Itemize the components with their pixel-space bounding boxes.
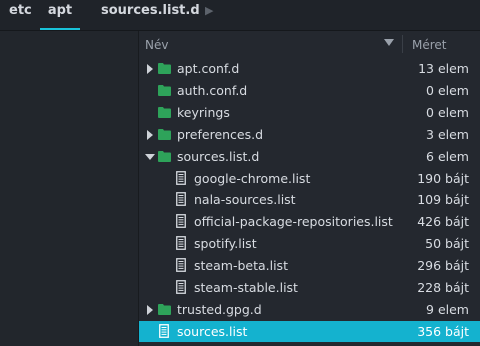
breadcrumb-sources-list-d[interactable]: sources.list.d — [101, 0, 200, 30]
folder-row[interactable]: trusted.gpg.d 9 elem — [139, 299, 480, 320]
item-name: google-chrome.list — [194, 170, 311, 186]
text-file-icon — [176, 214, 186, 229]
folder-icon — [158, 150, 171, 162]
file-row[interactable]: steam-beta.list 296 bájt — [139, 255, 480, 276]
text-file-icon — [176, 192, 186, 207]
file-row[interactable]: google-chrome.list 190 bájt — [139, 168, 480, 189]
chevron-right-icon[interactable]: ▶ — [205, 4, 213, 17]
list-header: Név Méret — [139, 31, 480, 58]
text-file-icon — [176, 280, 186, 294]
folder-icon — [158, 106, 171, 118]
item-size: 13 elem — [418, 61, 469, 76]
item-name: nala-sources.list — [194, 192, 296, 208]
item-size: 426 bájt — [417, 214, 469, 230]
folder-row[interactable]: keyrings 0 elem — [139, 102, 480, 123]
item-name: preferences.d — [177, 126, 264, 142]
folder-icon — [158, 63, 171, 74]
folder-icon — [158, 128, 171, 140]
column-header-name[interactable]: Név — [145, 38, 168, 52]
expand-arrow-icon[interactable] — [145, 124, 155, 145]
text-file-icon — [176, 258, 186, 272]
folder-row[interactable]: preferences.d 3 elem — [139, 124, 480, 145]
item-name: keyrings — [177, 104, 230, 120]
file-row[interactable]: nala-sources.list 109 bájt — [139, 189, 480, 210]
column-header-size[interactable]: Méret — [412, 38, 447, 52]
item-size: 6 elem — [426, 148, 469, 164]
item-name: apt.conf.d — [177, 61, 240, 76]
expander-placeholder — [145, 80, 155, 101]
item-size: 109 bájt — [417, 192, 469, 208]
folder-row[interactable]: apt.conf.d 13 elem — [139, 58, 480, 79]
breadcrumb-etc[interactable]: etc — [9, 0, 32, 30]
item-size: 190 bájt — [417, 170, 469, 186]
file-row[interactable]: sources.list 356 bájt — [139, 320, 480, 342]
collapse-arrow-icon[interactable] — [145, 146, 155, 167]
item-size: 296 bájt — [417, 258, 469, 274]
item-size: 50 bájt — [425, 236, 469, 252]
item-size: 356 bájt — [417, 323, 469, 339]
item-name: spotify.list — [194, 236, 257, 252]
item-name: official-package-repositories.list — [194, 214, 393, 230]
item-name: trusted.gpg.d — [177, 301, 262, 317]
item-name: sources.list.d — [177, 148, 260, 164]
path-bar: etc apt sources.list.d ▶ — [0, 0, 480, 31]
file-row[interactable]: official-package-repositories.list 426 bá… — [139, 211, 480, 232]
text-file-icon — [176, 236, 186, 251]
item-name: steam-stable.list — [194, 280, 298, 295]
item-name: steam-beta.list — [194, 258, 288, 274]
item-name: sources.list — [177, 323, 248, 339]
file-row[interactable]: steam-stable.list 228 bájt — [139, 277, 480, 298]
column-separator[interactable] — [402, 35, 403, 53]
folder-row[interactable]: sources.list.d 6 elem — [139, 146, 480, 167]
item-size: 0 elem — [426, 82, 469, 98]
file-list: Név Méret apt.conf.d 13 elem auth.conf.d 0 … — [139, 31, 480, 346]
text-file-icon — [176, 170, 186, 185]
item-size: 228 bájt — [417, 280, 469, 295]
item-size: 0 elem — [426, 104, 469, 120]
expand-arrow-icon[interactable] — [145, 299, 155, 320]
expander-placeholder — [145, 102, 155, 123]
expand-arrow-icon[interactable] — [145, 58, 155, 79]
text-file-icon — [159, 323, 169, 338]
folder-icon — [158, 84, 171, 96]
item-name: auth.conf.d — [177, 82, 248, 98]
sidebar — [0, 31, 138, 346]
breadcrumb-apt[interactable]: apt — [40, 0, 80, 30]
sort-descending-icon[interactable] — [384, 39, 394, 46]
item-size: 3 elem — [426, 126, 469, 142]
folder-icon — [158, 303, 171, 315]
item-size: 9 elem — [426, 301, 469, 317]
file-row[interactable]: spotify.list 50 bájt — [139, 233, 480, 254]
folder-row[interactable]: auth.conf.d 0 elem — [139, 80, 480, 101]
